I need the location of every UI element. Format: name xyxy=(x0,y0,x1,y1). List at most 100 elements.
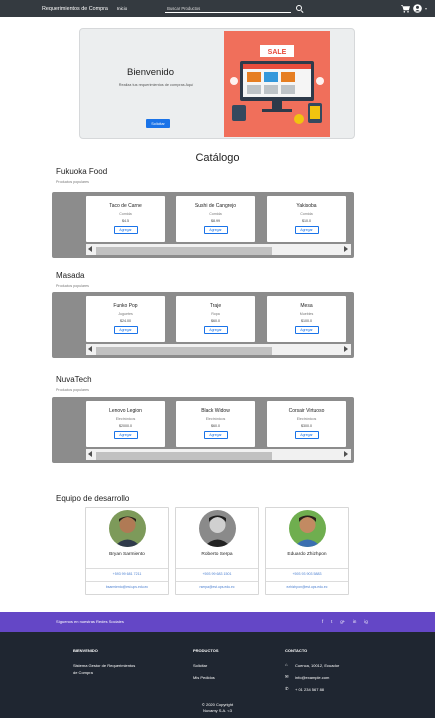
product-card: Traje Ropa $60.0 Agregar xyxy=(176,296,255,342)
product-card: Lenovo Legion Electrónicos $2000.0 Agreg… xyxy=(86,401,165,447)
add-to-cart-button[interactable]: Agregar xyxy=(113,226,138,234)
member-phone[interactable]: +593 99 683 1501 xyxy=(176,572,258,576)
footer-phone: + 01 234 567 88 xyxy=(295,687,325,692)
team-member-card: Roberto Serpa +593 99 683 1501 rserpa@es… xyxy=(175,507,259,595)
member-email[interactable]: bsarmiento@est.ups.edu.ec xyxy=(86,585,168,589)
footer-address: Cuenca, 10012, Ecuador xyxy=(295,663,340,668)
product-name: Black Widow xyxy=(201,408,230,414)
footer-col-text: Sistema Gestor de Requerimientos xyxy=(73,663,136,668)
social-bar: Síguenos en nuestras Redes Sociales f t … xyxy=(0,612,435,632)
scroll-thumb[interactable] xyxy=(96,452,272,460)
phone-icon: ✆ xyxy=(285,686,289,691)
add-to-cart-button[interactable]: Agregar xyxy=(203,431,228,439)
horizontal-scrollbar[interactable] xyxy=(86,244,351,255)
add-to-cart-button[interactable]: Agregar xyxy=(203,326,228,334)
search-icon[interactable] xyxy=(296,5,303,12)
product-price: $60.0 xyxy=(211,424,220,428)
avatar xyxy=(288,510,326,547)
team-member-card: Eduardo Zhizhpon +593 93 903 5883 ezhizh… xyxy=(265,507,349,595)
product-price: $300.0 xyxy=(301,424,312,428)
product-card: Mesa Muebles $100.0 Agregar xyxy=(267,296,346,342)
product-card: Yakisoba Comida $10.0 Agregar xyxy=(267,196,346,242)
product-price: $8.99 xyxy=(211,219,220,223)
horizontal-scrollbar[interactable] xyxy=(86,449,351,460)
add-to-cart-button[interactable]: Agregar xyxy=(294,326,319,334)
product-card: Black Widow Electrónicos $60.0 Agregar xyxy=(176,401,255,447)
member-name: Bryan Sarmiento xyxy=(109,552,145,557)
category-subtitle: Productos populares xyxy=(56,388,89,392)
google-plus-icon[interactable]: g+ xyxy=(340,619,345,624)
scroll-right-arrow-icon[interactable] xyxy=(344,451,348,457)
add-to-cart-button[interactable]: Agregar xyxy=(294,431,319,439)
copyright-company: Nuvamy S.A. <3 xyxy=(202,708,232,713)
cart-icon[interactable] xyxy=(400,4,410,13)
instagram-icon[interactable]: ig xyxy=(364,619,367,624)
social-text: Síguenos en nuestras Redes Sociales xyxy=(56,619,124,624)
category-subtitle: Productos populares xyxy=(56,180,89,184)
member-name: Roberto Serpa xyxy=(201,552,233,557)
catalog-title: Catálogo xyxy=(195,152,240,164)
hero-jumbotron: Bienvenido Realiza tus requerimientos de… xyxy=(79,28,355,139)
category-name: NuvaTech xyxy=(56,375,92,384)
footer-col-title: CONTACTO xyxy=(285,648,308,653)
product-price: $2000.0 xyxy=(119,424,132,428)
add-to-cart-button[interactable]: Agregar xyxy=(113,326,138,334)
product-price: $60.0 xyxy=(211,319,220,323)
request-button[interactable]: Solicitar xyxy=(146,119,170,128)
footer-col-title: PRODUCTOS xyxy=(193,648,219,653)
facebook-icon[interactable]: f xyxy=(322,619,323,624)
add-to-cart-button[interactable]: Agregar xyxy=(294,226,319,234)
footer-email[interactable]: info@example.com xyxy=(295,675,329,680)
product-price: $4.5 xyxy=(122,219,129,223)
member-email[interactable]: ezhizhpon@est.ups.edu.ec xyxy=(266,585,348,589)
product-category: Electrónicos xyxy=(115,417,136,421)
chevron-down-icon[interactable]: ▾ xyxy=(425,6,427,11)
scroll-thumb[interactable] xyxy=(96,247,272,255)
scroll-left-arrow-icon[interactable] xyxy=(88,451,92,457)
add-to-cart-button[interactable]: Agregar xyxy=(113,431,138,439)
team-member-card: Bryan Sarmiento +593 99 681 7211 bsarmie… xyxy=(85,507,169,595)
product-name: Lenovo Legion xyxy=(109,408,142,414)
sale-text: SALE xyxy=(268,49,287,56)
scroll-thumb[interactable] xyxy=(96,347,272,355)
sale-illustration: SALE xyxy=(224,31,330,137)
product-card: Taco de Carne Comida $4.5 Agregar xyxy=(86,196,165,242)
footer: BIENVENIDO Sistema Gestor de Requerimien… xyxy=(0,632,435,718)
twitter-icon[interactable]: t xyxy=(331,619,332,624)
member-email[interactable]: rserpa@est.ups.edu.ec xyxy=(176,585,258,589)
user-icon[interactable] xyxy=(413,4,422,13)
footer-link-orders[interactable]: Mis Pedidos xyxy=(193,675,215,680)
nav-home-link[interactable]: Inicio xyxy=(117,6,127,11)
horizontal-scrollbar[interactable] xyxy=(86,344,351,355)
product-price: $24.00 xyxy=(120,319,131,323)
navbar: Requerimientos de Compra Inicio ▾ xyxy=(0,0,435,17)
avatar xyxy=(198,510,236,547)
product-name: Funko Pop xyxy=(113,303,138,309)
product-category: Comida xyxy=(209,212,222,216)
brand[interactable]: Requerimientos de Compra xyxy=(42,6,108,12)
copyright: © 2020 Copyright xyxy=(201,702,234,707)
category-subtitle: Productos populares xyxy=(56,284,89,288)
scroll-right-arrow-icon[interactable] xyxy=(344,246,348,252)
product-category: Muebles xyxy=(299,312,314,316)
scroll-left-arrow-icon[interactable] xyxy=(88,246,92,252)
divider xyxy=(266,568,348,569)
product-card: Sushi de Cangrejo Comida $8.99 Agregar xyxy=(176,196,255,242)
add-to-cart-button[interactable]: Agregar xyxy=(203,226,228,234)
product-carousel: Lenovo Legion Electrónicos $2000.0 Agreg… xyxy=(52,397,354,463)
member-phone[interactable]: +593 93 903 5883 xyxy=(266,572,348,576)
footer-link-request[interactable]: Solicitar xyxy=(193,663,207,668)
member-phone[interactable]: +593 99 681 7211 xyxy=(86,572,168,576)
category-name: Fukuoka Food xyxy=(56,167,108,176)
search-input[interactable] xyxy=(165,4,292,13)
nav-right: ▾ xyxy=(400,4,427,13)
hero-subtitle: Realiza tus requerimientos de compras Aq… xyxy=(118,83,194,87)
product-card: Funko Pop Juguetes $24.00 Agregar xyxy=(86,296,165,342)
scroll-left-arrow-icon[interactable] xyxy=(88,346,92,352)
product-carousel: Funko Pop Juguetes $24.00 Agregar Traje … xyxy=(52,292,354,358)
linkedin-icon[interactable]: in xyxy=(353,619,356,624)
footer-col-title: BIENVENIDO xyxy=(73,648,98,653)
scroll-right-arrow-icon[interactable] xyxy=(344,346,348,352)
envelope-icon: ✉ xyxy=(285,674,289,679)
team-title: Equipo de desarrollo xyxy=(56,494,130,503)
